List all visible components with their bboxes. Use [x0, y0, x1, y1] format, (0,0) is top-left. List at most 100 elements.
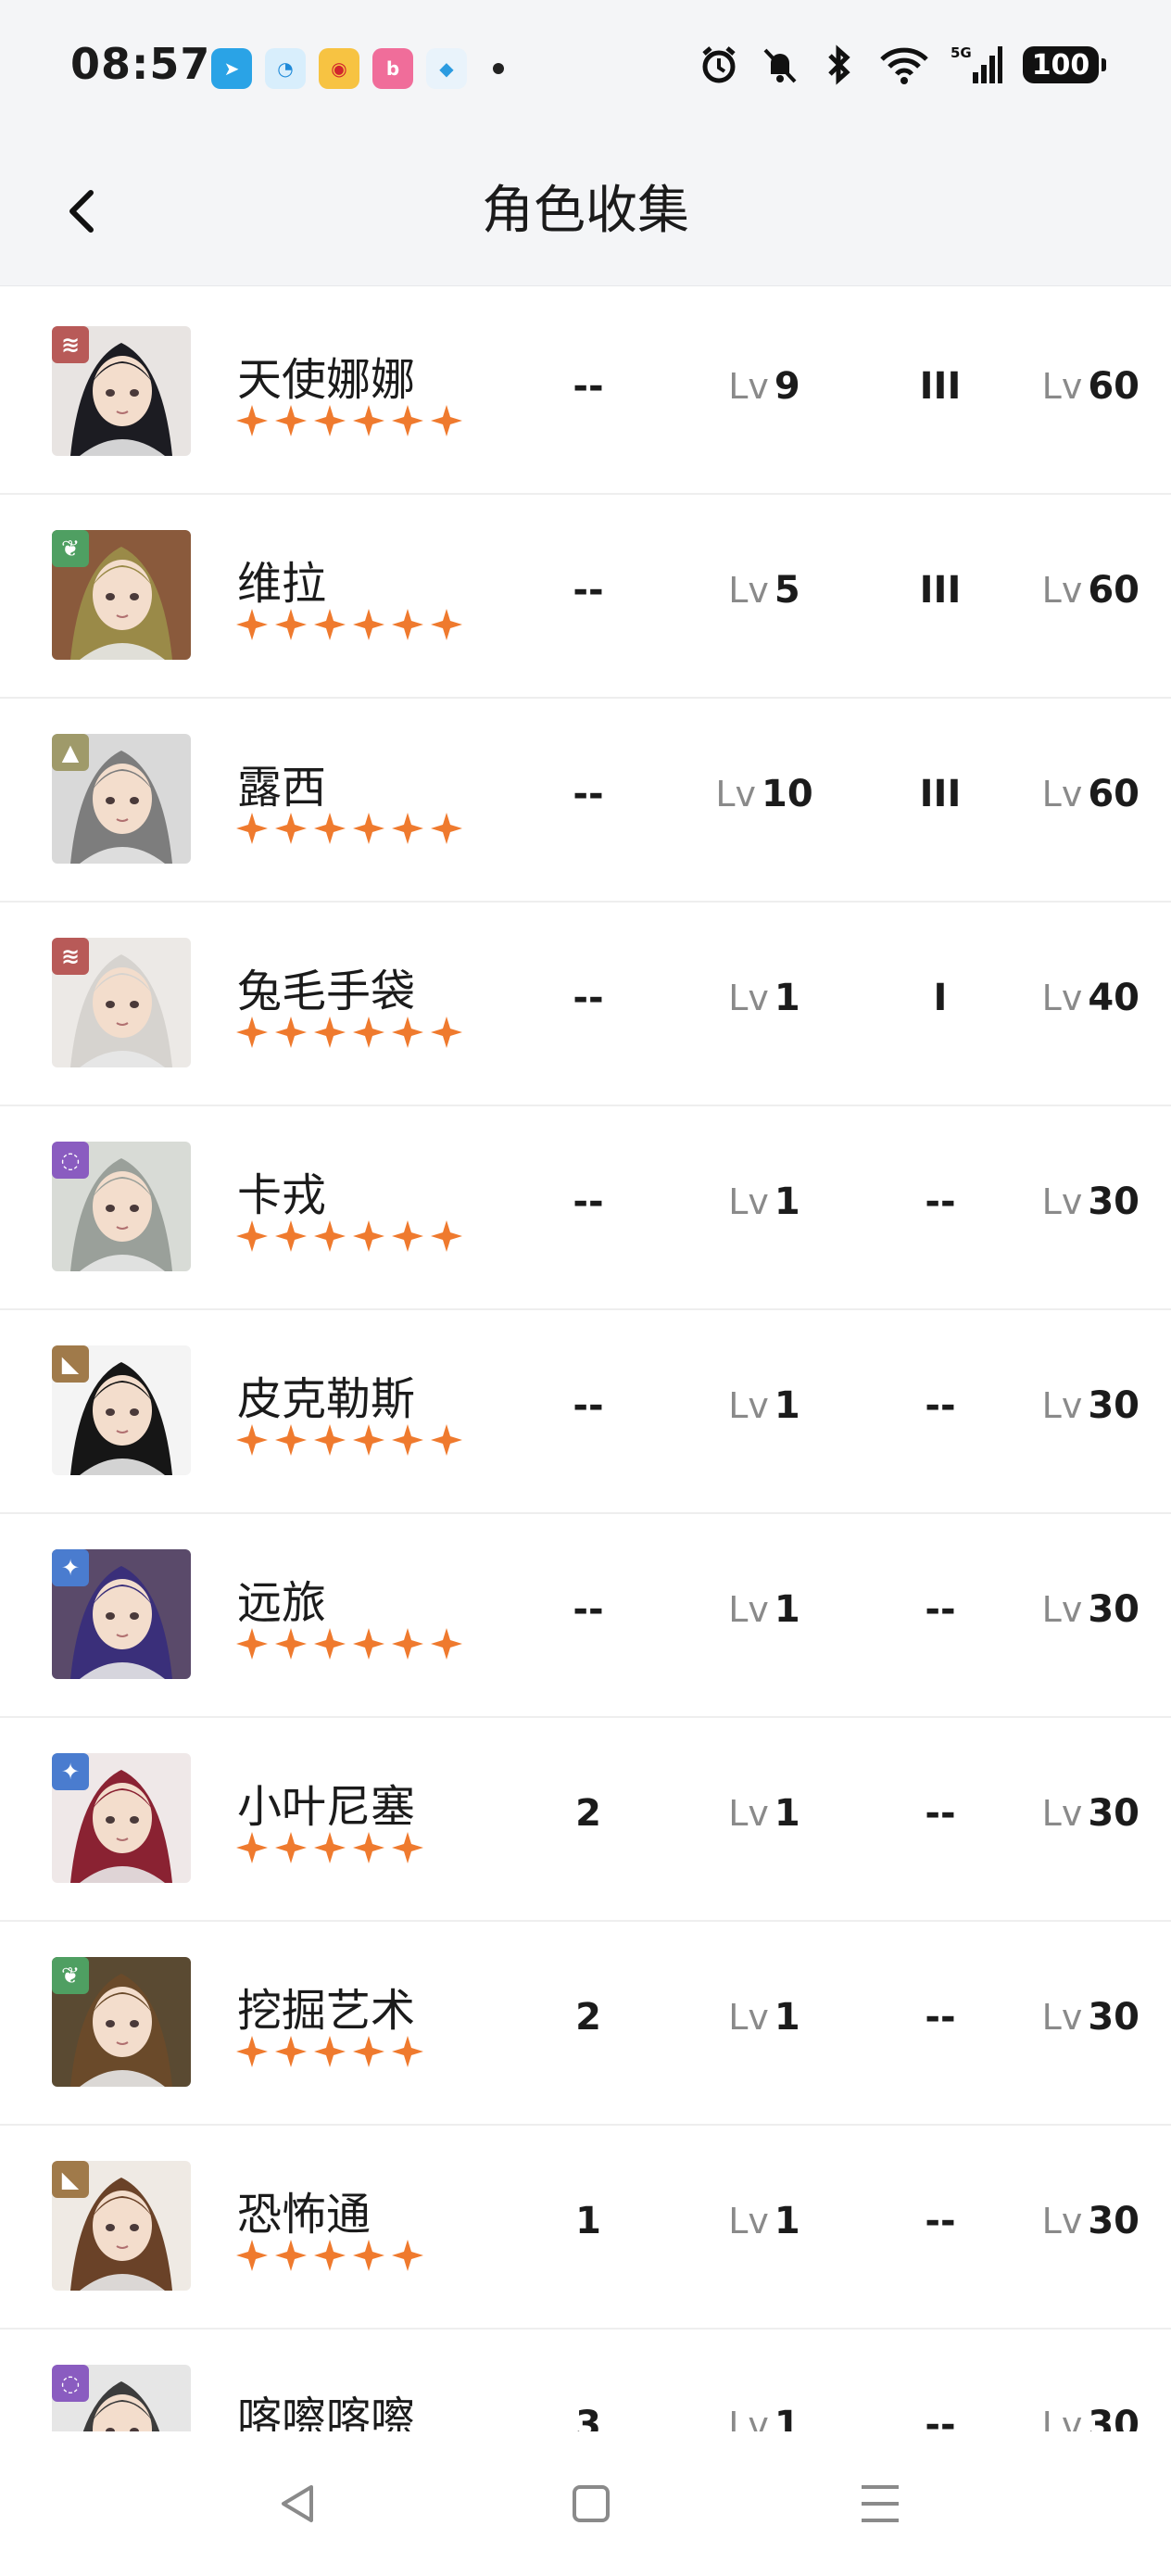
nav-recents-button[interactable]: [843, 2467, 917, 2541]
telegram-icon: ➤: [211, 48, 252, 89]
insight-rank: --: [925, 2404, 956, 2431]
level-prefix: Lv: [728, 1385, 769, 1426]
bilibili-icon: b: [372, 48, 413, 89]
nav-back-button[interactable]: [261, 2467, 335, 2541]
plant-element-icon: ❦: [52, 1957, 89, 1994]
insight-rank: --: [925, 1588, 956, 1631]
spirit-element-icon: ◌: [52, 2365, 89, 2402]
rarity-stars: [235, 1627, 463, 1661]
portray-count: --: [573, 773, 604, 815]
level-prefix: Lv: [728, 1793, 769, 1834]
character-level: Lv 30: [1010, 1181, 1140, 1223]
star-icon: [392, 2240, 423, 2271]
star-icon: [353, 2036, 384, 2067]
star-icon: [392, 2036, 423, 2067]
character-level: Lv 30: [1010, 1588, 1140, 1631]
rarity-stars: [235, 1831, 424, 1864]
wifi-icon: [880, 47, 928, 84]
star-icon: [275, 813, 307, 844]
star-icon: [431, 813, 462, 844]
status-bar: 08:57 ➤ ◔ ◉ b ◆ 5G 100: [0, 0, 1171, 139]
level-prefix: Lv: [1041, 774, 1083, 814]
portray-count: 2: [575, 1792, 601, 1835]
insight-rank: --: [925, 1792, 956, 1835]
star-icon: [431, 1017, 462, 1048]
character-level: Lv 30: [1010, 1384, 1140, 1427]
character-row[interactable]: ✦ 小叶尼塞 2 Lv 1 -- Lv 30: [0, 1716, 1171, 1922]
star-icon: [275, 1220, 307, 1252]
star-icon: [431, 609, 462, 640]
skill-level-value: 1: [774, 1181, 800, 1223]
star-icon: [236, 2240, 268, 2271]
character-row[interactable]: ✦ 远旅 -- Lv 1 -- Lv 30: [0, 1512, 1171, 1718]
star-icon: [236, 1628, 268, 1660]
level-prefix: Lv: [1041, 1385, 1083, 1426]
rarity-stars: [235, 1219, 463, 1253]
character-level: Lv 60: [1010, 569, 1140, 612]
rarity-stars: [235, 2239, 424, 2272]
star-icon: [392, 609, 423, 640]
character-name: 挖掘艺术: [237, 1985, 416, 2037]
portray-count: 2: [575, 1996, 601, 2039]
portray-count: --: [573, 1384, 604, 1427]
character-row[interactable]: ❦ 维拉 -- Lv 5 III Lv 60: [0, 493, 1171, 699]
intellect-element-icon: ◣: [52, 1345, 89, 1383]
level-prefix: Lv: [1041, 1589, 1083, 1630]
insight-rank: --: [925, 2200, 956, 2242]
star-icon: [275, 2036, 307, 2067]
level-prefix: Lv: [715, 774, 756, 814]
portray-count: 3: [575, 2404, 601, 2431]
star-icon: [314, 1424, 346, 1456]
star-icon: [314, 813, 346, 844]
character-level-value: 30: [1088, 1996, 1140, 2039]
bluetooth-icon: [828, 44, 850, 85]
character-row[interactable]: ≋ 兔毛手袋 -- Lv 1 I Lv 40: [0, 901, 1171, 1106]
star-icon: [314, 1220, 346, 1252]
character-row[interactable]: ◌ 喀嚓喀嚓 3 Lv 1 -- Lv 30: [0, 2328, 1171, 2431]
star-icon: [314, 1628, 346, 1660]
character-row[interactable]: ◣ 皮克勒斯 -- Lv 1 -- Lv 30: [0, 1308, 1171, 1514]
star-icon: [275, 1424, 307, 1456]
skill-level: Lv 1: [690, 1181, 838, 1223]
rarity-stars: [235, 2035, 424, 2068]
level-prefix: Lv: [728, 1181, 769, 1222]
character-list[interactable]: ≋ 天使娜娜 -- Lv 9 III Lv 60 ❦ 维拉 -- Lv 5 III Lv 60 ▲ 露西 -- Lv 1…: [0, 289, 1171, 2431]
alarm-icon: [702, 46, 736, 83]
level-prefix: Lv: [1041, 1181, 1083, 1222]
cellular-5g-icon: 5G: [951, 44, 1002, 83]
character-row[interactable]: ≋ 天使娜娜 -- Lv 9 III Lv 60: [0, 289, 1171, 495]
skill-level-value: 1: [774, 2200, 800, 2242]
star-icon: [236, 1220, 268, 1252]
back-triangle-icon: [282, 2485, 313, 2522]
star-icon: [275, 2240, 307, 2271]
character-row[interactable]: ▲ 露西 -- Lv 10 III Lv 60: [0, 697, 1171, 903]
skill-level: Lv 1: [690, 2404, 838, 2431]
beast-element-icon: ≋: [52, 326, 89, 363]
insight-rank: --: [925, 1181, 956, 1223]
character-level-value: 30: [1088, 1792, 1140, 1835]
star-icon: [392, 1628, 423, 1660]
level-prefix: Lv: [728, 978, 769, 1018]
level-prefix: Lv: [1041, 2201, 1083, 2241]
rarity-stars: [235, 404, 463, 437]
character-level: Lv 40: [1010, 977, 1140, 1019]
skill-level-value: 1: [774, 2404, 800, 2431]
weibo-icon: ◉: [319, 48, 359, 89]
home-square-icon: [573, 2485, 610, 2522]
skill-level-value: 1: [774, 1384, 800, 1427]
skill-level: Lv 1: [690, 1588, 838, 1631]
level-prefix: Lv: [728, 2405, 769, 2431]
star-icon: [353, 1832, 384, 1863]
character-row[interactable]: ◌ 卡戎 -- Lv 1 -- Lv 30: [0, 1105, 1171, 1310]
qq-browser-icon: ◔: [265, 48, 306, 89]
character-row[interactable]: ❦ 挖掘艺术 2 Lv 1 -- Lv 30: [0, 1920, 1171, 2126]
portray-count: --: [573, 1181, 604, 1223]
nav-home-button[interactable]: [554, 2467, 628, 2541]
character-row[interactable]: ◣ 恐怖通 1 Lv 1 -- Lv 30: [0, 2124, 1171, 2330]
star-icon: [353, 1220, 384, 1252]
character-level-value: 30: [1088, 2404, 1140, 2431]
battery-indicator: 100: [1023, 46, 1106, 83]
character-level: Lv 30: [1010, 2200, 1140, 2242]
insight-rank: III: [919, 569, 962, 612]
insight-rank: III: [919, 365, 962, 408]
